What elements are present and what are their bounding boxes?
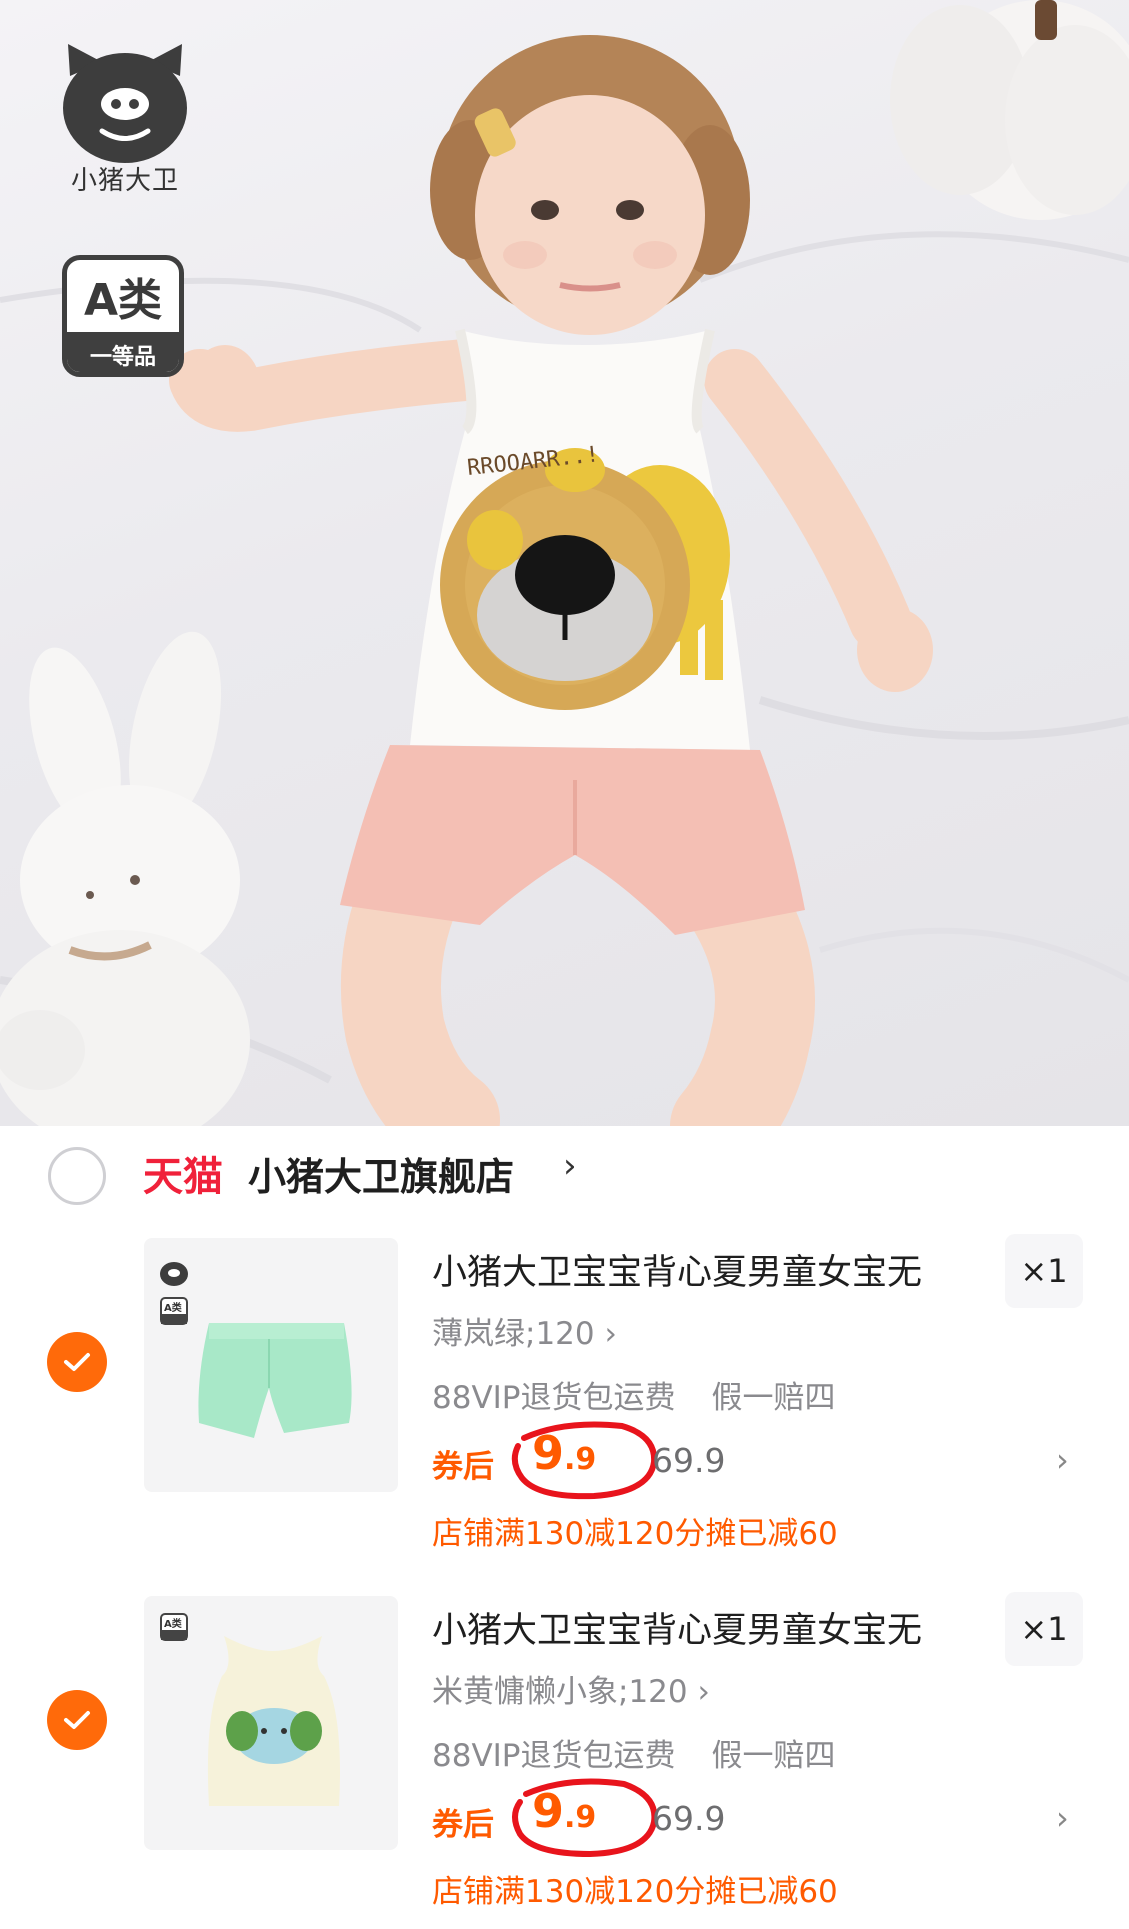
store-select-checkbox[interactable] [48, 1147, 106, 1205]
service-tag-authentic: 假一赔四 [711, 1738, 836, 1774]
cart-item[interactable]: A类 小猪大卫宝宝背心夏男童女宝无 ×1 米黄慵懒小象;120 › 88VIP退… [0, 1584, 1129, 1910]
check-icon [64, 1353, 90, 1371]
price-after-coupon: 9.9 [511, 1421, 658, 1500]
chevron-right-icon[interactable]: › [1056, 1441, 1069, 1479]
grade-badge-mini: A类 [160, 1613, 188, 1641]
grade-badge-bottom: 一等品 [67, 332, 179, 372]
hero-product-photo: RROOARR..! 小猪大卫 A类 一等品 [0, 0, 1129, 1126]
item-select-checkbox[interactable] [47, 1690, 107, 1750]
product-title[interactable]: 小猪大卫宝宝背心夏男童女宝无 [432, 1244, 922, 1295]
service-tag-authentic: 假一赔四 [711, 1380, 836, 1416]
grade-badge-mini: A类 [160, 1297, 188, 1325]
grade-badge: A类 一等品 [62, 255, 184, 377]
grade-badge-mini-text: A类 [164, 1617, 182, 1630]
promo-text: 店铺满130减120分摊已减60 [432, 1516, 838, 1552]
price-dec: .9 [564, 1442, 597, 1477]
store-chevron-icon[interactable]: › [563, 1146, 577, 1186]
chevron-right-icon[interactable]: › [1056, 1799, 1069, 1837]
price-row[interactable]: 券后 9.9 69.9 › [432, 1778, 1092, 1858]
service-tags: 88VIP退货包运费 假一赔四 [432, 1730, 836, 1775]
price-dec: .9 [564, 1800, 597, 1835]
after-coupon-label: 券后 [432, 1449, 494, 1485]
price-int: 9 [532, 1426, 565, 1480]
quantity-button[interactable]: ×1 [1005, 1592, 1083, 1666]
mint-green-shorts: A类 [160, 1262, 352, 1438]
item-select-checkbox[interactable] [47, 1332, 107, 1392]
store-name-link[interactable]: 小猪大卫旗舰店 [248, 1146, 514, 1201]
cream-elephant-vest: A类 [160, 1613, 340, 1806]
service-tag-return: 88VIP退货包运费 [432, 1380, 676, 1416]
quantity-button[interactable]: ×1 [1005, 1234, 1083, 1308]
tmall-label: 天猫 [143, 1154, 223, 1200]
pumpkin-pillow [890, 0, 1129, 220]
product-thumbnail[interactable]: A类 [144, 1238, 398, 1492]
store-header[interactable]: 天猫 小猪大卫旗舰店 › [0, 1126, 1129, 1226]
promo-text: 店铺满130减120分摊已减60 [432, 1874, 838, 1910]
grade-badge-top: A类 [83, 275, 163, 326]
price-after-coupon: 9.9 [512, 1778, 658, 1858]
check-icon [64, 1711, 90, 1729]
sku-selector[interactable]: 薄岚绿;120 › [432, 1308, 617, 1353]
pig-logo-icon [63, 44, 187, 163]
pig-logo-mini [160, 1262, 188, 1286]
service-tags: 88VIP退货包运费 假一赔四 [432, 1372, 836, 1417]
service-tag-return: 88VIP退货包运费 [432, 1738, 676, 1774]
after-coupon-label: 券后 [432, 1807, 494, 1843]
brand-name: 小猪大卫 [70, 166, 179, 196]
grade-badge-mini-text: A类 [164, 1301, 182, 1314]
sku-selector[interactable]: 米黄慵懒小象;120 › [432, 1666, 710, 1711]
original-price: 69.9 [652, 1441, 726, 1480]
cart-item[interactable]: A类 小猪大卫宝宝背心夏男童女宝无 ×1 薄岚绿;120 › 88VIP退货包运… [0, 1226, 1129, 1552]
bunny-toy [0, 631, 250, 1126]
product-thumbnail[interactable]: A类 [144, 1596, 398, 1850]
original-price: 69.9 [652, 1799, 726, 1838]
price-int: 9 [532, 1784, 565, 1838]
baby-model: RROOARR..! [169, 35, 933, 1126]
price-row[interactable]: 券后 9.9 69.9 › [432, 1421, 1092, 1500]
product-title[interactable]: 小猪大卫宝宝背心夏男童女宝无 [432, 1602, 922, 1653]
